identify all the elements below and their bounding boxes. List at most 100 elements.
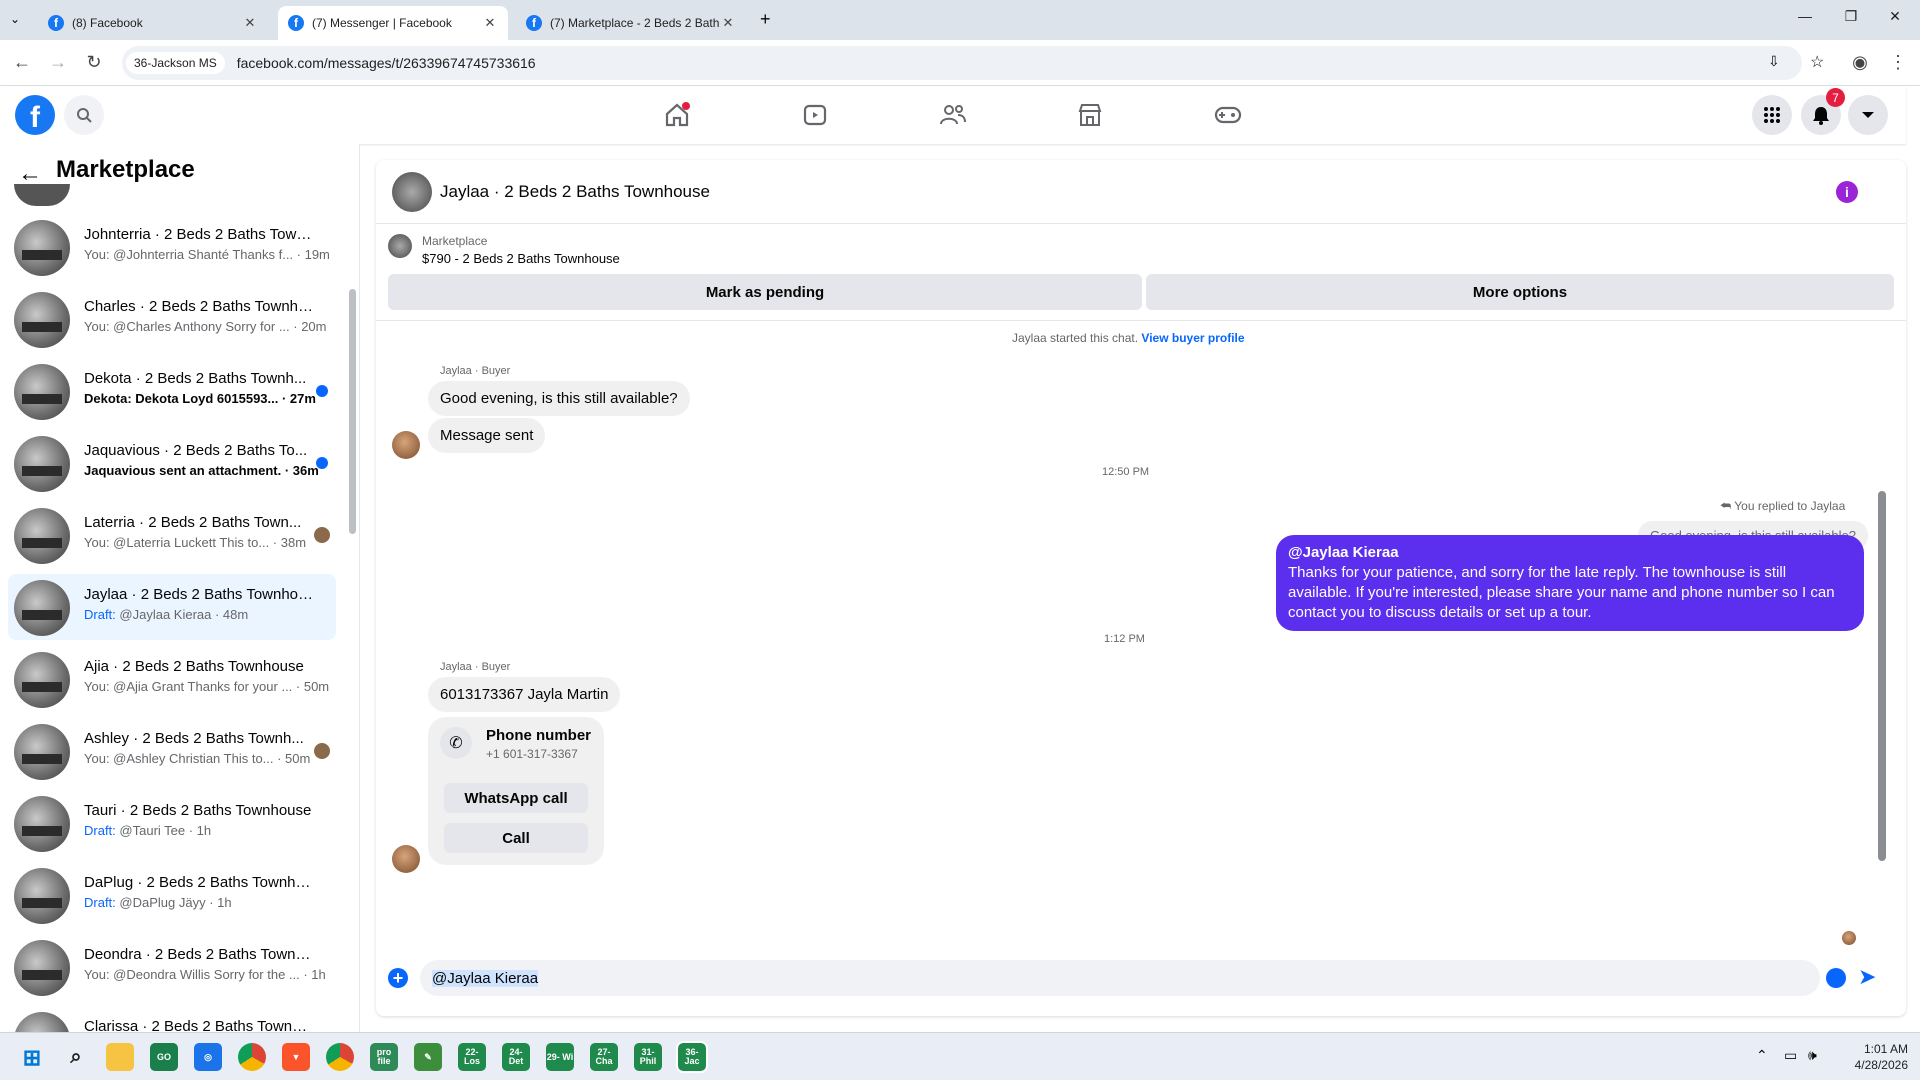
- new-tab-button[interactable]: +: [760, 9, 771, 30]
- sidebar-scrollbar[interactable]: [349, 289, 356, 534]
- outgoing-mention: @Jaylaa Kieraa: [1288, 544, 1399, 561]
- sender-avatar[interactable]: [392, 431, 420, 459]
- account-chevron-icon[interactable]: [1848, 95, 1888, 135]
- phone-number-card[interactable]: ✆ Phone number +1 601-317-3367 WhatsApp …: [428, 717, 604, 865]
- video-icon[interactable]: [795, 98, 835, 132]
- back-icon[interactable]: ←: [10, 52, 34, 73]
- chrome-profile-icon[interactable]: [326, 1043, 354, 1071]
- maps-icon[interactable]: ◎: [194, 1043, 222, 1071]
- timestamp: 12:50 PM: [1102, 466, 1150, 478]
- conversation-item[interactable]: Johnterria · 2 Beds 2 Baths Town... You: …: [8, 214, 336, 280]
- taskbar-app-icon[interactable]: 27- Cha: [590, 1043, 618, 1071]
- message-input[interactable]: @Jaylaa Kieraa: [420, 960, 1820, 996]
- chat-avatar[interactable]: [392, 172, 432, 212]
- call-button[interactable]: Call: [444, 823, 588, 853]
- close-icon[interactable]: ✕: [482, 15, 498, 31]
- conversation-name: Ajia · 2 Beds 2 Baths Townhouse: [84, 658, 304, 675]
- minimize-button[interactable]: —: [1790, 8, 1820, 24]
- chrome-icon[interactable]: [238, 1043, 266, 1071]
- system-clock[interactable]: 1:01 AM 4/28/2026: [1838, 1041, 1908, 1073]
- close-icon[interactable]: ✕: [242, 15, 258, 31]
- site-info-chip[interactable]: 36-Jackson MS: [126, 52, 225, 74]
- tray-chevron-icon[interactable]: ⌃: [1756, 1047, 1768, 1064]
- more-options-button[interactable]: More options: [1146, 274, 1894, 310]
- avatar: [14, 508, 70, 564]
- tab-facebook[interactable]: f (8) Facebook ✕: [38, 6, 268, 40]
- incoming-message[interactable]: Good evening, is this still available?: [428, 381, 690, 416]
- conversation-item[interactable]: Charles · 2 Beds 2 Baths Townho... You: @…: [8, 286, 336, 352]
- tab-messenger[interactable]: f (7) Messenger | Facebook ✕: [278, 6, 508, 40]
- phone-icon: ✆: [440, 727, 472, 759]
- gaming-icon[interactable]: [1208, 98, 1248, 132]
- info-icon[interactable]: i: [1836, 181, 1858, 203]
- facebook-favicon-icon: f: [288, 15, 304, 31]
- sender-avatar[interactable]: [392, 845, 420, 873]
- emoji-icon[interactable]: [1826, 968, 1846, 988]
- taskbar-app-icon-active[interactable]: 36- Jac: [676, 1041, 708, 1073]
- conversation-item[interactable]: Deondra · 2 Beds 2 Baths Townh... You: @D…: [8, 934, 336, 1000]
- conversation-item[interactable]: Laterria · 2 Beds 2 Baths Town... You: @L…: [8, 502, 336, 568]
- home-icon[interactable]: [657, 98, 697, 132]
- conversation-name: Laterria · 2 Beds 2 Baths Town...: [84, 514, 302, 531]
- conversation-item[interactable]: Clarissa · 2 Beds 2 Baths Townho...: [8, 1006, 336, 1032]
- tab-marketplace[interactable]: f (7) Marketplace - 2 Beds 2 Bath ✕: [516, 6, 746, 40]
- taskbar-app-icon[interactable]: GO: [150, 1043, 178, 1071]
- tab-label: (7) Messenger | Facebook: [312, 16, 452, 30]
- conversation-preview: Draft: @DaPlug Jäyy · 1h: [84, 895, 344, 910]
- conversation-item[interactable]: Dekota · 2 Beds 2 Baths Townh... Dekota: …: [8, 358, 336, 424]
- menu-kebab-icon[interactable]: ⋮: [1886, 52, 1910, 73]
- taskbar-app-icon[interactable]: pro file: [370, 1043, 398, 1071]
- seen-receipt-avatar: [1842, 931, 1856, 945]
- file-explorer-icon[interactable]: [106, 1043, 134, 1071]
- tab-search-icon[interactable]: ⌄: [10, 12, 20, 26]
- avatar: [14, 580, 70, 636]
- conversation-item-selected[interactable]: Jaylaa · 2 Beds 2 Baths Townhouse Draft: …: [8, 574, 336, 640]
- search-icon[interactable]: [64, 95, 104, 135]
- mark-as-pending-button[interactable]: Mark as pending: [388, 274, 1142, 310]
- taskbar-app-icon[interactable]: 31- Phil: [634, 1043, 662, 1071]
- conversation-item[interactable]: DaPlug · 2 Beds 2 Baths Townho... Draft: …: [8, 862, 336, 928]
- browser-tab-bar: ⌄ f (8) Facebook ✕ f (7) Messenger | Fac…: [0, 0, 1920, 40]
- window-close-button[interactable]: ✕: [1880, 8, 1910, 25]
- install-icon[interactable]: ⇩: [1768, 53, 1780, 70]
- bookmark-star-icon[interactable]: ☆: [1810, 52, 1824, 72]
- chat-title[interactable]: Jaylaa · 2 Beds 2 Baths Townhouse: [440, 182, 710, 202]
- conversation-item[interactable]: Ashley · 2 Beds 2 Baths Townh... You: @As…: [8, 718, 336, 784]
- network-icon[interactable]: ▭: [1784, 1047, 1797, 1064]
- close-icon[interactable]: ✕: [720, 15, 736, 31]
- add-attachment-icon[interactable]: +: [388, 968, 408, 988]
- windows-taskbar: ⊞ ⌕ GO ◎ ▼ pro file ✎ 22- Los 24- Det 29…: [0, 1032, 1920, 1080]
- conversation-name: Johnterria · 2 Beds 2 Baths Town...: [84, 226, 314, 243]
- friends-icon[interactable]: [933, 98, 973, 132]
- draft-label: Draft:: [84, 895, 116, 910]
- taskbar-app-icon[interactable]: 29- Wi: [546, 1043, 574, 1071]
- taskbar-app-icon[interactable]: 24- Det: [502, 1043, 530, 1071]
- facebook-logo-icon[interactable]: f: [15, 95, 55, 135]
- outgoing-message[interactable]: @Jaylaa Kieraa Thanks for your patience,…: [1276, 535, 1864, 631]
- marketplace-icon[interactable]: [1070, 98, 1110, 132]
- chat-scrollbar[interactable]: [1878, 491, 1886, 861]
- restore-button[interactable]: ❐: [1836, 8, 1866, 25]
- omnibox[interactable]: 36-Jackson MS facebook.com/messages/t/26…: [122, 46, 1824, 80]
- taskbar-search-icon[interactable]: ⌕: [62, 1043, 90, 1071]
- send-icon[interactable]: ➤: [1858, 964, 1876, 990]
- conversation-item[interactable]: Tauri · 2 Beds 2 Baths Townhouse Draft: @…: [8, 790, 336, 856]
- brave-icon[interactable]: ▼: [282, 1043, 310, 1071]
- windows-start-icon[interactable]: ⊞: [18, 1043, 46, 1071]
- sender-label: Jaylaa · Buyer: [440, 661, 511, 673]
- conversation-preview: Dekota: Dekota Loyd 6015593... · 27m: [84, 391, 316, 406]
- whatsapp-call-button[interactable]: WhatsApp call: [444, 783, 588, 813]
- forward-icon[interactable]: →: [46, 52, 70, 73]
- profile-icon[interactable]: ◉: [1848, 52, 1872, 73]
- notes-app-icon[interactable]: ✎: [414, 1043, 442, 1071]
- taskbar-app-icon[interactable]: 22- Los: [458, 1043, 486, 1071]
- view-buyer-profile-link[interactable]: View buyer profile: [1141, 331, 1244, 345]
- url-text[interactable]: facebook.com/messages/t/2633967474573361…: [237, 55, 536, 71]
- volume-icon[interactable]: 🕪: [1808, 1047, 1817, 1064]
- menu-grid-icon[interactable]: [1752, 95, 1792, 135]
- incoming-message[interactable]: Message sent: [428, 418, 546, 453]
- reload-icon[interactable]: ↻: [82, 52, 106, 73]
- conversation-item[interactable]: Jaquavious · 2 Beds 2 Baths To... Jaquavi…: [8, 430, 336, 496]
- conversation-item[interactable]: Ajia · 2 Beds 2 Baths Townhouse You: @Aji…: [8, 646, 336, 712]
- incoming-message[interactable]: 6013173367 Jayla Martin: [428, 677, 621, 712]
